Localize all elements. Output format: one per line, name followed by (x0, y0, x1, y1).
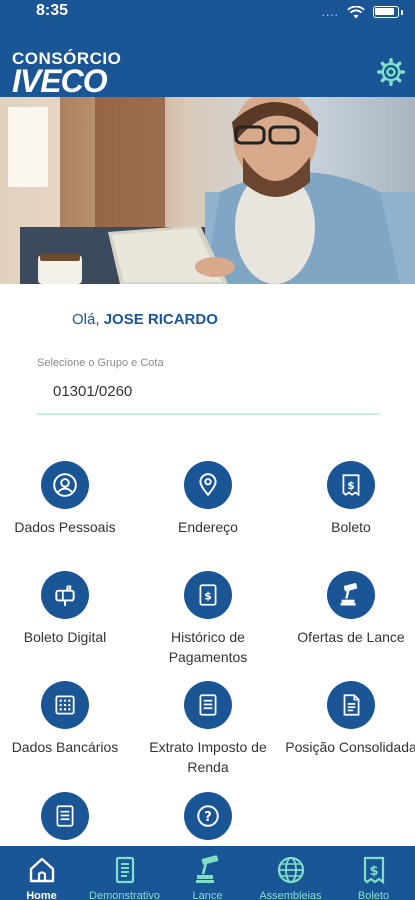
dollar-bill-icon: $ (363, 856, 384, 885)
nav-label: Lance (192, 890, 223, 900)
group-select-label: Selecione o Grupo e Cota (37, 357, 164, 369)
document-chart-icon (327, 681, 375, 729)
bank-statement-icon (41, 681, 89, 729)
svg-text:$: $ (347, 479, 355, 492)
menu-endereco[interactable]: Endereço (139, 461, 277, 537)
app-header: CONSÓRCIO IVECO (0, 24, 415, 97)
status-time: 8:35 (36, 2, 69, 19)
nav-label: Home (26, 890, 57, 900)
group-select-field[interactable]: 01301/0260 (53, 383, 132, 400)
statement-icon (115, 856, 134, 884)
signal-icon: .... (321, 5, 339, 19)
svg-text:$: $ (204, 589, 212, 602)
hero-photo (0, 97, 415, 284)
status-bar: 8:35 .... (0, 0, 415, 24)
greeting: Olá, JOSE RICARDO (72, 311, 218, 328)
battery-cap (401, 9, 403, 15)
dollar-bill-icon: $ (327, 461, 375, 509)
menu-label: Posição Consolidada (285, 739, 415, 755)
nav-assembleias[interactable]: Assembleias (249, 846, 332, 900)
status-icons: .... (322, 5, 403, 19)
menu-label: Boleto Digital (23, 629, 107, 645)
menu-label: Boleto (331, 519, 371, 535)
mailbox-icon (41, 571, 89, 619)
hero-image (0, 97, 415, 284)
user-circle-icon (41, 461, 89, 509)
menu-documento[interactable] (0, 792, 134, 848)
wifi-icon (347, 5, 365, 18)
menu-label: Dados Bancários (11, 739, 119, 755)
map-pin-icon (184, 461, 232, 509)
battery-icon (373, 6, 399, 18)
document-list-icon (184, 681, 232, 729)
menu-label: Ofertas de Lance (297, 629, 405, 645)
greeting-prefix: Olá, (72, 311, 100, 328)
document-icon (41, 792, 89, 840)
menu-boleto-digital[interactable]: Boleto Digital (0, 571, 134, 647)
user-name: JOSE RICARDO (103, 311, 218, 328)
gavel-icon (327, 571, 375, 619)
bottom-nav: Home Demonstrativo Lance Assembleias $ B… (0, 846, 415, 900)
menu-label: Histórico de Pagamentos (168, 629, 248, 665)
svg-text:?: ? (204, 810, 212, 825)
gear-icon[interactable] (377, 58, 405, 86)
menu-label: Dados Pessoais (14, 519, 116, 535)
group-select-underline (37, 413, 380, 415)
menu-ofertas-lance[interactable]: Ofertas de Lance (282, 571, 415, 647)
nav-label: Demonstrativo (89, 890, 160, 900)
nav-lance[interactable]: Lance (166, 846, 249, 900)
menu-historico-pagamentos[interactable]: $ Histórico de Pagamentos (139, 571, 277, 667)
menu-label: Extrato Imposto de Renda (149, 739, 267, 775)
menu-dados-bancarios[interactable]: Dados Bancários (0, 681, 134, 757)
gavel-icon (195, 855, 218, 883)
globe-icon (277, 856, 304, 884)
help-circle-icon: ? (184, 792, 232, 840)
menu-extrato-ir[interactable]: Extrato Imposto de Renda (139, 681, 277, 777)
nav-boleto[interactable]: $ Boleto (332, 846, 415, 900)
nav-home[interactable]: Home (0, 846, 83, 900)
home-icon (29, 857, 54, 883)
nav-label: Boleto (357, 890, 390, 900)
nav-demonstrativo[interactable]: Demonstrativo (83, 846, 166, 900)
receipt-dollar-icon: $ (184, 571, 232, 619)
menu-ajuda[interactable]: ? (139, 792, 277, 848)
svg-text:$: $ (369, 864, 378, 879)
menu-posicao-consolidada[interactable]: Posição Consolidada (282, 681, 415, 757)
logo: CONSÓRCIO IVECO (12, 50, 121, 97)
logo-bottom: IVECO (12, 63, 108, 99)
menu-dados-pessoais[interactable]: Dados Pessoais (0, 461, 134, 537)
menu-boleto[interactable]: $ Boleto (282, 461, 415, 537)
nav-label: Assembleias (259, 890, 322, 900)
menu-label: Endereço (178, 519, 238, 535)
